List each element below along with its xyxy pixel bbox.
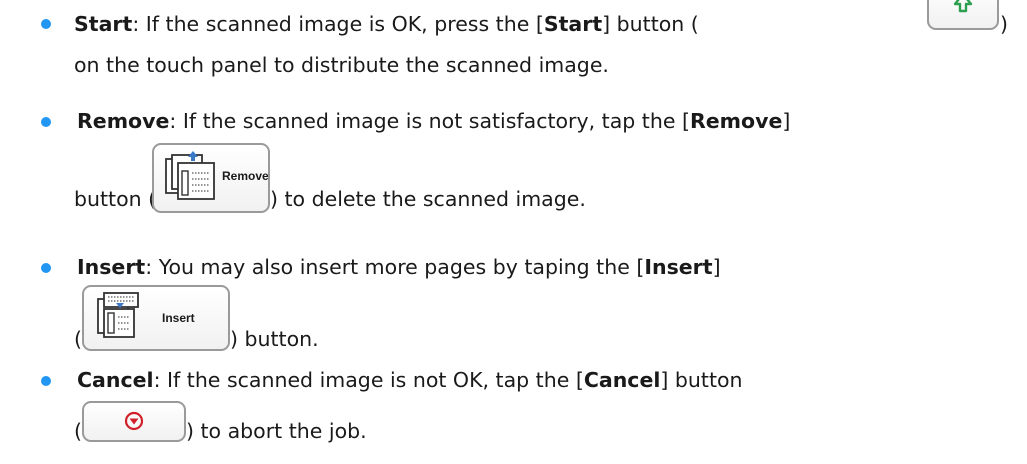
insert-button-label: Insert — [162, 311, 195, 325]
start-line-2: on the touch panel to distribute the sca… — [74, 53, 609, 77]
remove-line-1: Remove: If the scanned image is not sati… — [77, 109, 791, 133]
insert-keyword: Insert — [77, 255, 146, 279]
cancel-line-2-before: ( — [74, 419, 82, 443]
bullet-start — [41, 19, 51, 29]
start-keyword: Start — [74, 12, 133, 36]
start-close-paren: ) — [1000, 12, 1008, 36]
remove-keyword: Remove — [77, 109, 170, 133]
cancel-keyword: Cancel — [77, 368, 154, 392]
remove-line-2-after: ) to delete the scanned image. — [270, 187, 586, 211]
start-arrow-icon — [953, 0, 973, 13]
remove-line-2-before: button ( — [74, 187, 157, 211]
cancel-line-2-after: ) to abort the job. — [186, 419, 367, 443]
remove-button-image: Remove — [152, 143, 270, 213]
insert-pages-icon — [97, 292, 139, 338]
insert-line-2-before: ( — [74, 327, 82, 351]
remove-pages-icon — [165, 151, 215, 200]
start-line-1: Start: If the scanned image is OK, press… — [74, 12, 699, 36]
start-button-image — [927, 0, 999, 30]
bullet-cancel — [41, 376, 51, 386]
bullet-remove — [41, 117, 51, 127]
remove-button-label: Remove — [222, 169, 269, 183]
insert-button-image: Insert — [82, 285, 230, 351]
bullet-insert — [41, 263, 51, 273]
cancel-stop-icon — [124, 411, 144, 431]
insert-line-1: Insert: You may also insert more pages b… — [77, 255, 721, 279]
cancel-line-1: Cancel: If the scanned image is not OK, … — [77, 368, 743, 392]
insert-line-2-after: ) button. — [230, 327, 319, 351]
cancel-button-image — [82, 401, 186, 442]
